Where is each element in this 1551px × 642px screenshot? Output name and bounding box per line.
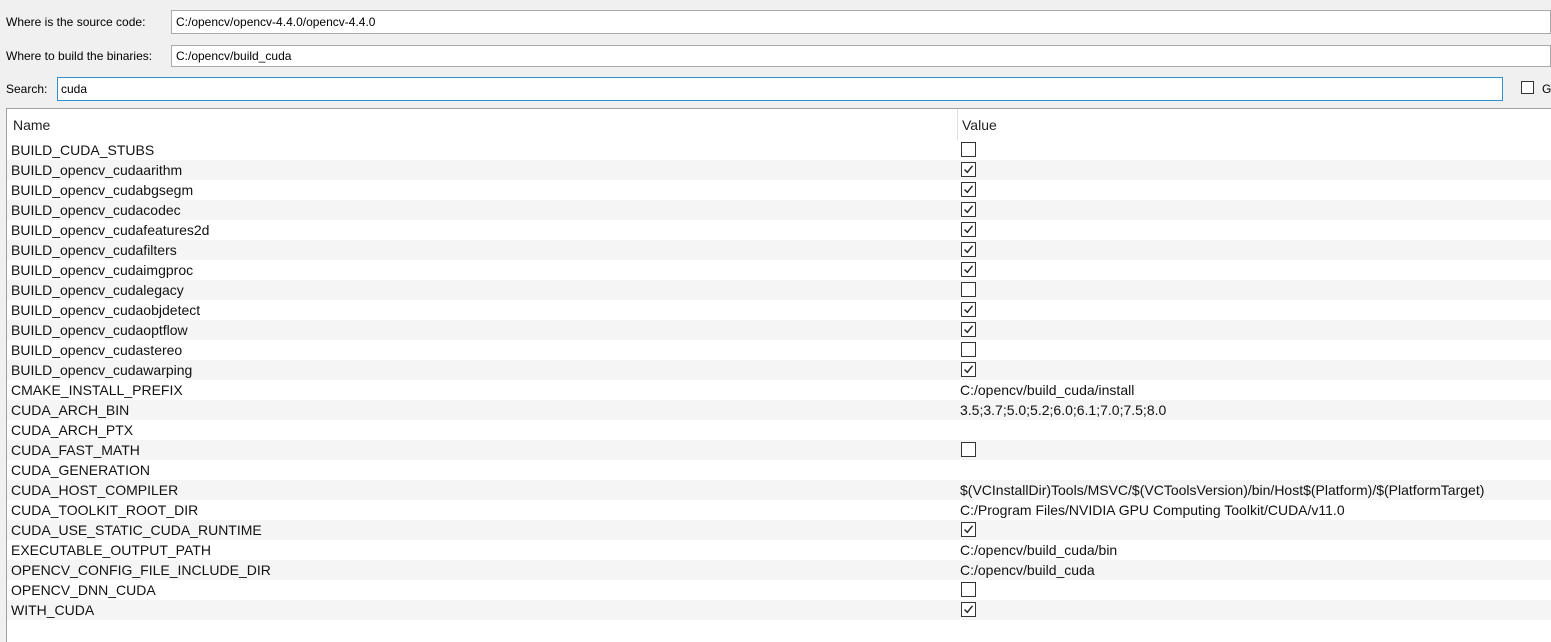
table-row[interactable]: CUDA_USE_STATIC_CUDA_RUNTIME: [7, 520, 1551, 540]
variable-name: CUDA_USE_STATIC_CUDA_RUNTIME: [11, 522, 262, 538]
table-header: Name Value: [7, 109, 1551, 140]
value-checkbox[interactable]: [961, 282, 976, 297]
checkmark-icon: [964, 245, 974, 254]
table-row[interactable]: BUILD_opencv_cudabgsegm: [7, 180, 1551, 200]
checkmark-icon: [964, 605, 974, 614]
table-row[interactable]: CUDA_FAST_MATH: [7, 440, 1551, 460]
variable-name: WITH_CUDA: [11, 602, 95, 618]
variable-name: EXECUTABLE_OUTPUT_PATH: [11, 542, 211, 558]
checkmark-icon: [964, 165, 974, 174]
table-row[interactable]: BUILD_opencv_cudalegacy: [7, 280, 1551, 300]
value-checkbox-checked[interactable]: [961, 522, 976, 537]
variable-name: BUILD_opencv_cudafeatures2d: [11, 222, 210, 238]
table-row[interactable]: WITH_CUDA: [7, 600, 1551, 620]
value-checkbox-checked[interactable]: [961, 242, 976, 257]
variable-value[interactable]: C:/opencv/build_cuda: [960, 560, 1095, 580]
variable-name: BUILD_opencv_cudalegacy: [11, 282, 184, 298]
table-body: BUILD_CUDA_STUBS BUILD_opencv_cudaarithm B…: [7, 140, 1551, 620]
variable-name: BUILD_opencv_cudaoptflow: [11, 322, 188, 338]
variable-name: CUDA_ARCH_PTX: [11, 422, 134, 438]
table-row[interactable]: CUDA_ARCH_PTX: [7, 420, 1551, 440]
variable-name: CUDA_ARCH_BIN: [11, 402, 130, 418]
variable-name: BUILD_opencv_cudabgsegm: [11, 182, 194, 198]
table-row[interactable]: BUILD_opencv_cudacodec: [7, 200, 1551, 220]
source-code-field[interactable]: C:/opencv/opencv-4.4.0/opencv-4.4.0: [171, 10, 1551, 34]
cache-variables-table: Name Value BUILD_CUDA_STUBS BUILD_opencv_…: [6, 108, 1551, 642]
search-input[interactable]: [57, 77, 1503, 101]
value-checkbox-checked[interactable]: [961, 602, 976, 617]
variable-name: BUILD_opencv_cudaimgproc: [11, 262, 194, 278]
variable-name: CMAKE_INSTALL_PREFIX: [11, 382, 183, 398]
checkmark-icon: [964, 225, 974, 234]
variable-name: CUDA_FAST_MATH: [11, 442, 140, 458]
variable-value[interactable]: 3.5;3.7;5.0;5.2;6.0;6.1;7.0;7.5;8.0: [960, 400, 1166, 420]
grouped-label: G: [1542, 82, 1551, 96]
grouped-checkbox[interactable]: [1521, 81, 1534, 94]
variable-name: BUILD_CUDA_STUBS: [11, 142, 155, 158]
checkmark-icon: [964, 525, 974, 534]
build-binaries-field[interactable]: C:/opencv/build_cuda: [171, 45, 1551, 67]
table-row[interactable]: OPENCV_CONFIG_FILE_INCLUDE_DIR C:/opencv/…: [7, 560, 1551, 580]
table-row[interactable]: BUILD_opencv_cudastereo: [7, 340, 1551, 360]
variable-value[interactable]: $(VCInstallDir)Tools/MSVC/$(VCToolsVersi…: [960, 480, 1484, 500]
table-row[interactable]: CUDA_HOST_COMPILER $(VCInstallDir)Tools/M…: [7, 480, 1551, 500]
variable-name: BUILD_opencv_cudawarping: [11, 362, 193, 378]
checkmark-icon: [964, 185, 974, 194]
value-checkbox[interactable]: [961, 342, 976, 357]
column-separator[interactable]: [957, 109, 958, 140]
checkmark-icon: [964, 265, 974, 274]
value-checkbox[interactable]: [961, 442, 976, 457]
table-row[interactable]: CUDA_TOOLKIT_ROOT_DIR C:/Program Files/NV…: [7, 500, 1551, 520]
table-row[interactable]: BUILD_CUDA_STUBS: [7, 140, 1551, 160]
value-checkbox-checked[interactable]: [961, 302, 976, 317]
source-code-label: Where is the source code:: [6, 15, 146, 29]
checkmark-icon: [964, 305, 974, 314]
checkmark-icon: [964, 365, 974, 374]
variable-name: CUDA_TOOLKIT_ROOT_DIR: [11, 502, 199, 518]
column-header-value[interactable]: Value: [962, 109, 997, 140]
variable-name: BUILD_opencv_cudaarithm: [11, 162, 183, 178]
value-checkbox-checked[interactable]: [961, 202, 976, 217]
table-row[interactable]: CMAKE_INSTALL_PREFIX C:/opencv/build_cuda…: [7, 380, 1551, 400]
table-row[interactable]: BUILD_opencv_cudafeatures2d: [7, 220, 1551, 240]
variable-value[interactable]: C:/opencv/build_cuda/bin: [960, 540, 1117, 560]
table-row[interactable]: BUILD_opencv_cudaarithm: [7, 160, 1551, 180]
variable-name: BUILD_opencv_cudacodec: [11, 202, 181, 218]
build-binaries-label: Where to build the binaries:: [6, 49, 153, 63]
search-label: Search:: [6, 82, 48, 96]
variable-name: OPENCV_DNN_CUDA: [11, 582, 156, 598]
table-row[interactable]: BUILD_opencv_cudaimgproc: [7, 260, 1551, 280]
table-row[interactable]: BUILD_opencv_cudaoptflow: [7, 320, 1551, 340]
variable-name: CUDA_GENERATION: [11, 462, 150, 478]
value-checkbox-checked[interactable]: [961, 162, 976, 177]
value-checkbox[interactable]: [961, 142, 976, 157]
variable-name: BUILD_opencv_cudaobjdetect: [11, 302, 201, 318]
checkmark-icon: [964, 205, 974, 214]
variable-name: CUDA_HOST_COMPILER: [11, 482, 179, 498]
table-row[interactable]: CUDA_GENERATION: [7, 460, 1551, 480]
table-row[interactable]: BUILD_opencv_cudawarping: [7, 360, 1551, 380]
table-row[interactable]: CUDA_ARCH_BIN 3.5;3.7;5.0;5.2;6.0;6.1;7.0…: [7, 400, 1551, 420]
variable-name: OPENCV_CONFIG_FILE_INCLUDE_DIR: [11, 562, 271, 578]
value-checkbox-checked[interactable]: [961, 262, 976, 277]
value-checkbox-checked[interactable]: [961, 362, 976, 377]
checkmark-icon: [964, 325, 974, 334]
table-row[interactable]: OPENCV_DNN_CUDA: [7, 580, 1551, 600]
variable-value[interactable]: C:/opencv/build_cuda/install: [960, 380, 1134, 400]
variable-name: BUILD_opencv_cudastereo: [11, 342, 183, 358]
value-checkbox-checked[interactable]: [961, 322, 976, 337]
table-row[interactable]: BUILD_opencv_cudafilters: [7, 240, 1551, 260]
table-row[interactable]: EXECUTABLE_OUTPUT_PATH C:/opencv/build_cu…: [7, 540, 1551, 560]
variable-value[interactable]: C:/Program Files/NVIDIA GPU Computing To…: [960, 500, 1345, 520]
value-checkbox[interactable]: [961, 582, 976, 597]
column-header-name[interactable]: Name: [13, 109, 953, 140]
variable-name: BUILD_opencv_cudafilters: [11, 242, 177, 258]
value-checkbox-checked[interactable]: [961, 222, 976, 237]
value-checkbox-checked[interactable]: [961, 182, 976, 197]
table-row[interactable]: BUILD_opencv_cudaobjdetect: [7, 300, 1551, 320]
